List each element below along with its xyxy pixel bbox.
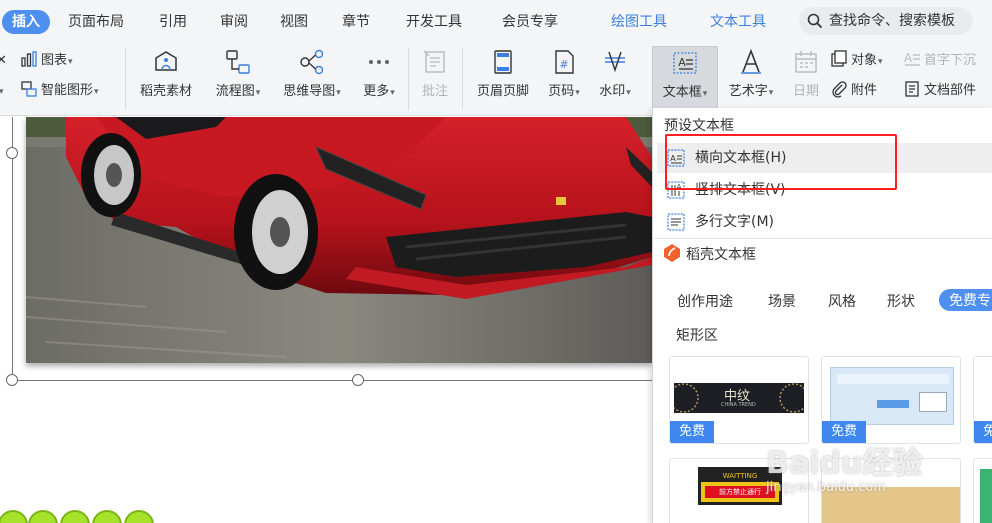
- ribbon-separator: [408, 48, 409, 110]
- template-card[interactable]: [821, 458, 961, 523]
- selection-frame-bottom: [12, 380, 652, 381]
- menu-item-multiline-text[interactable]: 多行文字(M): [657, 207, 992, 237]
- daoke-textbox-section: 稻壳文本框: [664, 244, 756, 264]
- header-footer-button[interactable]: 页眉页脚: [468, 46, 538, 112]
- watermark-button[interactable]: 水印▾: [591, 46, 639, 112]
- search-icon: [807, 13, 823, 29]
- more-dots-icon: [369, 60, 389, 64]
- tab-view[interactable]: 视图: [280, 10, 308, 34]
- tab-developer[interactable]: 开发工具: [406, 10, 462, 34]
- tab-insert[interactable]: 插入: [2, 10, 50, 34]
- object-icon: [831, 50, 847, 67]
- chart-button[interactable]: 图表▾: [20, 50, 73, 72]
- green-circle-shape[interactable]: [92, 510, 122, 523]
- wps-writer-window: 插入 页面布局 引用 审阅 视图 章节 开发工具 会员专享 绘图工具 文本工具 …: [0, 0, 992, 523]
- tab-review[interactable]: 审阅: [220, 10, 248, 34]
- textbox-button[interactable]: A 文本框▾: [652, 46, 718, 112]
- green-circle-shape[interactable]: [124, 510, 154, 523]
- template-preview-dark-banner: 中纹 CHINA TREND: [670, 383, 808, 413]
- menu-divider: [653, 238, 992, 239]
- rectangle-area-heading: 矩形区: [676, 328, 718, 344]
- ribbon-toolbar: ✕ ▾ 图表▾ 智能图形▾ 稻壳素材 流程图▾ 思维导图▾ 更多▾ 批注 页眉页…: [0, 42, 992, 116]
- mindmap-button[interactable]: 思维导图▾: [275, 46, 349, 112]
- red-sports-car-image: [26, 117, 652, 363]
- watermark-icon: [605, 51, 625, 73]
- green-circle-shape[interactable]: [28, 510, 58, 523]
- daoke-logo-icon: [664, 244, 680, 262]
- textbox-icon: A: [673, 52, 697, 74]
- wordart-button[interactable]: 艺术字▾: [721, 46, 781, 112]
- filter-tab-shape[interactable]: 形状: [887, 291, 915, 311]
- drop-cap-button[interactable]: A 首字下沉: [903, 50, 976, 72]
- drop-cap-icon: A: [904, 51, 920, 66]
- svg-text:A: A: [904, 51, 913, 65]
- filter-tab-purpose[interactable]: 创作用途: [677, 291, 733, 311]
- tab-page-layout[interactable]: 页面布局: [68, 10, 124, 34]
- template-card[interactable]: [973, 458, 992, 523]
- chevron-down-icon: ▾: [0, 87, 4, 97]
- template-subtitle: CHINA TREND: [721, 402, 756, 408]
- comment-icon: [423, 50, 445, 73]
- header-footer-icon: [494, 50, 512, 74]
- free-badge: 免费: [670, 421, 714, 443]
- mindmap-icon: [300, 49, 324, 75]
- search-placeholder: 查找命令、搜索模板: [829, 13, 955, 29]
- tab-references[interactable]: 引用: [159, 10, 187, 34]
- svg-text:#: #: [559, 58, 568, 71]
- clipped-x-icon: ✕: [0, 53, 7, 68]
- wordart-icon: [741, 48, 761, 74]
- free-badge: 免费: [822, 421, 866, 443]
- page-number-button[interactable]: # 页码▾: [541, 46, 587, 112]
- free-badge: 免费: [974, 421, 992, 443]
- highlight-annotation-box: [665, 134, 897, 190]
- template-card[interactable]: 免费: [973, 356, 992, 444]
- filter-tab-style[interactable]: 风格: [828, 291, 856, 311]
- car-photo[interactable]: [26, 117, 652, 363]
- template-card[interactable]: 免费: [821, 356, 961, 444]
- page-number-icon: #: [555, 50, 574, 74]
- ribbon-tab-bar: 插入 页面布局 引用 审阅 视图 章节 开发工具 会员专享 绘图工具 文本工具 …: [0, 0, 992, 42]
- doc-parts-icon: [905, 81, 919, 97]
- smart-graphic-button[interactable]: 智能图形▾: [20, 80, 99, 102]
- flowchart-icon: [226, 50, 250, 74]
- svg-text:A: A: [678, 56, 686, 69]
- document-canvas[interactable]: [0, 117, 652, 523]
- template-preview-light-blue: [830, 367, 954, 425]
- paperclip-icon: [832, 81, 847, 98]
- ribbon-separator: [462, 48, 463, 110]
- template-card[interactable]: 中纹 CHINA TREND 免费: [669, 356, 809, 444]
- filter-tab-free[interactable]: 免费专: [939, 289, 992, 311]
- resize-handle-bottom[interactable]: [352, 374, 364, 386]
- chart-icon: [21, 51, 37, 67]
- clipped-control-top[interactable]: ✕: [0, 50, 7, 72]
- tab-text-tools[interactable]: 文本工具: [710, 10, 766, 34]
- command-search-box[interactable]: 查找命令、搜索模板: [799, 7, 973, 35]
- more-button[interactable]: 更多▾: [355, 46, 403, 112]
- date-button[interactable]: 日期: [785, 46, 827, 112]
- tab-chapter[interactable]: 章节: [342, 10, 370, 34]
- multiline-text-icon: [667, 213, 685, 231]
- resize-handle-bottom-left[interactable]: [6, 374, 18, 386]
- filter-tab-scene[interactable]: 场景: [768, 291, 796, 311]
- daoke-material-button[interactable]: 稻壳素材: [132, 46, 200, 112]
- green-circle-shape[interactable]: [60, 510, 90, 523]
- template-card[interactable]: WAITTING 前方禁止通行: [669, 458, 809, 523]
- template-preview-desert: [822, 487, 960, 523]
- resize-handle-left[interactable]: [6, 147, 18, 159]
- attachment-button[interactable]: 附件: [830, 80, 877, 102]
- tab-drawing-tools[interactable]: 绘图工具: [611, 10, 667, 34]
- material-box-icon: [155, 51, 177, 71]
- clipped-control-bottom[interactable]: ▾: [0, 80, 4, 102]
- ribbon-separator: [125, 48, 126, 110]
- green-circle-shape[interactable]: [0, 510, 28, 523]
- comment-button[interactable]: 批注: [414, 46, 456, 112]
- smart-graphic-icon: [21, 81, 37, 97]
- flowchart-button[interactable]: 流程图▾: [207, 46, 269, 112]
- template-preview-warning-sign: WAITTING 前方禁止通行: [698, 467, 782, 505]
- preset-textbox-header: 预设文本框: [664, 118, 734, 134]
- tab-member[interactable]: 会员专享: [502, 10, 558, 34]
- calendar-icon: [795, 51, 817, 73]
- doc-parts-button[interactable]: 文档部件: [903, 80, 976, 102]
- object-button[interactable]: 对象▾: [830, 50, 883, 72]
